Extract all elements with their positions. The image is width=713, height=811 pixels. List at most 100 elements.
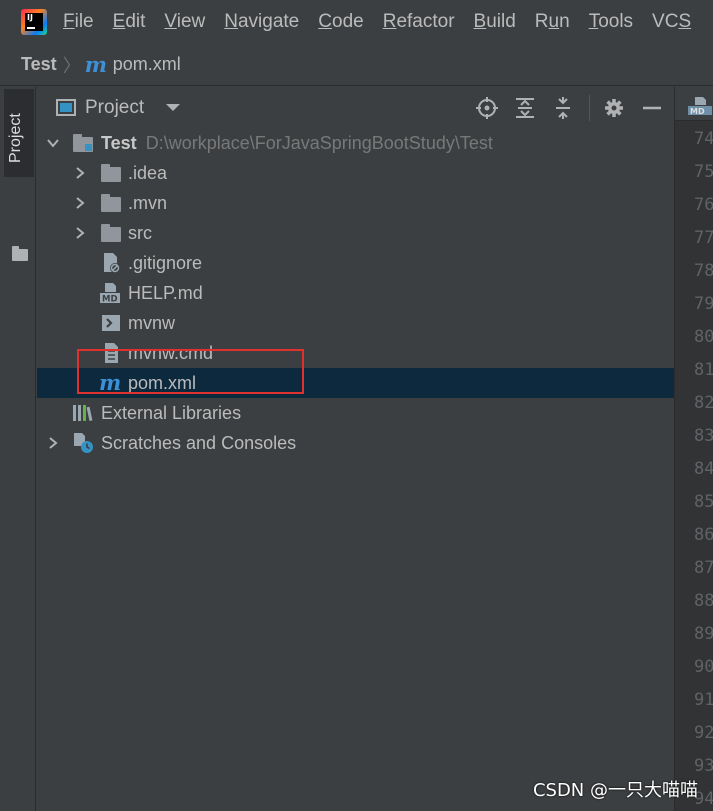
project-path: D:\workplace\ForJavaSpringBootStudy\Test: [145, 133, 493, 153]
maven-m-icon: m: [84, 52, 107, 77]
folder-icon[interactable]: [12, 246, 28, 261]
module-folder-icon: [72, 132, 94, 154]
breadcrumb-separator-icon: 〉: [62, 55, 81, 76]
menu-item-vcs[interactable]: VCS: [652, 11, 691, 33]
menu-item-code[interactable]: Code: [318, 11, 363, 33]
menu-items: File Edit View Navigate Code Refactor Build Run…: [63, 11, 710, 33]
line-number: 79: [694, 294, 713, 314]
menu-label-suffix: uild: [486, 11, 516, 32]
line-number: 78: [694, 261, 713, 281]
menu-label-suffix: ile: [74, 11, 94, 32]
line-number: 75: [694, 162, 713, 182]
breadcrumb-file[interactable]: pom.xml: [113, 54, 181, 75]
menu-label-suffix: avigate: [237, 11, 300, 32]
menu-item-file[interactable]: File: [63, 11, 94, 33]
gitignore-file-icon: [100, 252, 122, 274]
menu-label-suffix: iew: [176, 11, 206, 32]
line-number: 74: [694, 129, 713, 149]
tree-item-label: mvnw: [128, 313, 176, 333]
menu-mnemonic: E: [112, 11, 126, 32]
svg-text:MD: MD: [690, 107, 705, 115]
chevron-right-icon[interactable]: [74, 227, 86, 239]
line-number: 85: [694, 492, 713, 512]
line-number: 80: [694, 327, 713, 347]
menu-mnemonic: u: [548, 11, 560, 32]
menu-mnemonic: B: [473, 11, 487, 32]
menu-mnemonic: R: [382, 11, 397, 32]
menu-mnemonic: V: [164, 11, 177, 32]
breadcrumb-root[interactable]: Test: [21, 54, 57, 75]
line-number: 77: [694, 228, 713, 248]
tree-item-label: .idea: [128, 163, 168, 183]
editor-tab[interactable]: MD: [675, 87, 713, 121]
locate-icon[interactable]: [475, 96, 499, 120]
left-tool-stripe: Project: [0, 87, 36, 811]
tree-item-label: .mvn: [128, 193, 168, 213]
tree-item-help-md[interactable]: MD HELP.md: [37, 278, 674, 308]
chevron-right-icon[interactable]: [74, 167, 86, 179]
markdown-file-icon: MD: [688, 97, 712, 115]
line-number: 76: [694, 195, 713, 215]
tree-item-external-libraries[interactable]: External Libraries: [37, 398, 674, 428]
watermark: CSDN @一只大喵喵: [532, 780, 698, 801]
line-number: 90: [694, 657, 713, 677]
chevron-right-icon[interactable]: [74, 197, 86, 209]
line-number: 82: [694, 393, 713, 413]
menu-item-navigate[interactable]: Navigate: [224, 11, 299, 33]
line-number: 87: [694, 558, 713, 578]
breadcrumb: Test 〉 m pom.xml: [0, 44, 713, 86]
project-tool-tab-label: Project: [7, 113, 24, 163]
tree-item-mvnw[interactable]: mvnw: [37, 308, 674, 338]
highlight-box: [77, 349, 304, 394]
gear-icon[interactable]: [602, 96, 626, 120]
markdown-file-icon: MD: [99, 282, 121, 304]
menu-item-run[interactable]: Run: [535, 11, 570, 33]
folder-icon: [100, 162, 122, 184]
tree-item-label: External Libraries: [101, 403, 242, 423]
panel-title[interactable]: Project: [85, 97, 144, 119]
project-panel: Project Test D:\workplace\ForJavaSpringB…: [37, 87, 674, 811]
tree-item-mvn[interactable]: .mvn: [37, 188, 674, 218]
chevron-down-icon[interactable]: [166, 104, 181, 111]
line-number: 86: [694, 525, 713, 545]
minimize-icon[interactable]: [640, 96, 664, 120]
menu-mnemonic: T: [588, 11, 599, 32]
tree-item-idea[interactable]: .idea: [37, 158, 674, 188]
chevron-down-icon[interactable]: [47, 137, 59, 149]
project-name: Test: [101, 133, 137, 153]
menu-mnemonic: S: [678, 11, 692, 32]
line-number: 89: [694, 624, 713, 644]
menu-item-tools[interactable]: Tools: [589, 11, 633, 33]
menu-mnemonic: F: [63, 11, 75, 32]
svg-text:MD: MD: [102, 295, 118, 305]
chevron-right-icon[interactable]: [47, 437, 59, 449]
menu-label-prefix: VC: [652, 11, 679, 32]
menu-label-prefix: R: [534, 11, 549, 32]
menu-mnemonic: N: [224, 11, 238, 32]
tree-item-src[interactable]: src: [37, 218, 674, 248]
terminal-script-icon: [100, 312, 122, 334]
project-tool-tab[interactable]: Project: [4, 89, 34, 177]
tree-item-scratches[interactable]: Scratches and Consoles: [37, 428, 674, 458]
folder-icon: [100, 192, 122, 214]
panel-toolbar: [475, 87, 674, 128]
intellij-logo-icon[interactable]: IJ: [21, 9, 47, 35]
menu-label-suffix: n: [559, 11, 570, 32]
expand-all-icon[interactable]: [513, 96, 537, 120]
tree-root-row[interactable]: Test D:\workplace\ForJavaSpringBootStudy\…: [37, 128, 674, 158]
line-number: 91: [694, 690, 713, 710]
menu-item-refactor[interactable]: Refactor: [383, 11, 455, 33]
project-view-icon: [56, 99, 76, 116]
line-number: 83: [694, 426, 713, 446]
menu-item-build[interactable]: Build: [474, 11, 516, 33]
menu-item-edit[interactable]: Edit: [113, 11, 146, 33]
menu-label-suffix: dit: [125, 11, 146, 32]
menu-bar: IJ File Edit View Navigate Code Refactor Build…: [0, 0, 713, 44]
collapse-all-icon[interactable]: [551, 96, 575, 120]
tree-item-label: .gitignore: [128, 253, 203, 273]
menu-item-view[interactable]: View: [164, 11, 205, 33]
tree-item-gitignore[interactable]: .gitignore: [37, 248, 674, 278]
line-number: 93: [694, 756, 713, 776]
menu-label-suffix: ode: [332, 11, 364, 32]
library-icon: [72, 402, 94, 424]
